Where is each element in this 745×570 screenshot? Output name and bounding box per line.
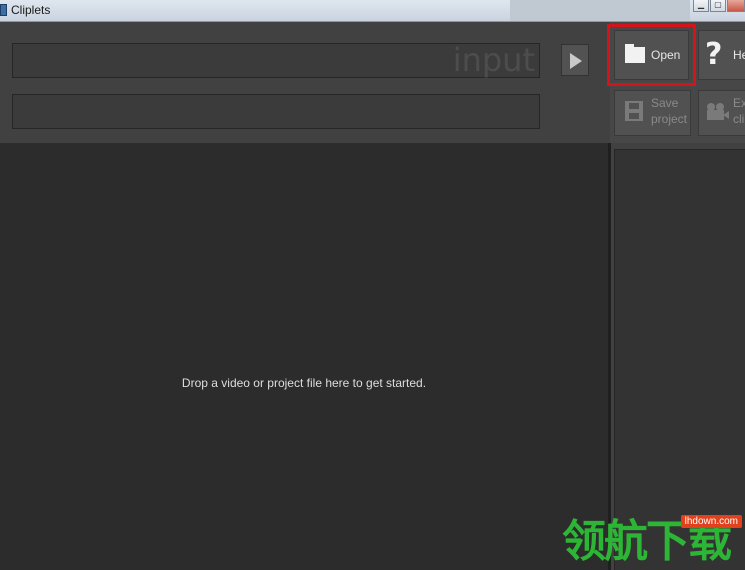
save-button-label-line1: Save xyxy=(651,96,679,110)
help-button-label: He xyxy=(733,48,745,62)
window-title: Cliplets xyxy=(11,3,51,17)
close-button[interactable] xyxy=(727,0,745,12)
play-button[interactable] xyxy=(561,44,589,76)
maximize-button[interactable]: ▢ xyxy=(710,0,726,12)
watermark-url: lhdown.com xyxy=(680,515,742,528)
site-watermark: 领航下载 lhdown.com xyxy=(562,510,745,570)
video-drop-area[interactable]: Drop a video or project file here to get… xyxy=(0,143,608,570)
help-button[interactable]: ? He xyxy=(698,30,745,80)
open-button-highlight xyxy=(607,24,696,86)
background-window xyxy=(510,0,690,21)
play-icon xyxy=(570,53,582,69)
layers-list[interactable] xyxy=(614,149,745,570)
top-panel: input xyxy=(0,22,610,143)
save-project-button[interactable]: Save project xyxy=(614,90,691,136)
app-icon xyxy=(0,4,7,16)
export-button-label-line1: Ex xyxy=(733,96,745,110)
camera-icon xyxy=(707,103,729,121)
save-icon xyxy=(625,101,643,121)
minimize-button[interactable]: ▁ xyxy=(693,0,709,12)
export-clip-button[interactable]: Ex cli xyxy=(698,90,745,136)
drop-hint-text: Drop a video or project file here to get… xyxy=(181,376,427,390)
input-timeline[interactable]: input xyxy=(12,43,540,78)
help-icon: ? xyxy=(705,37,723,72)
input-watermark-label: input xyxy=(452,41,535,79)
output-timeline[interactable] xyxy=(12,94,540,129)
layers-panel xyxy=(611,143,745,570)
window-title-bar: Cliplets ▁ ▢ xyxy=(0,0,745,22)
export-button-label-line2: cli xyxy=(733,112,745,126)
save-button-label-line2: project xyxy=(651,112,688,126)
